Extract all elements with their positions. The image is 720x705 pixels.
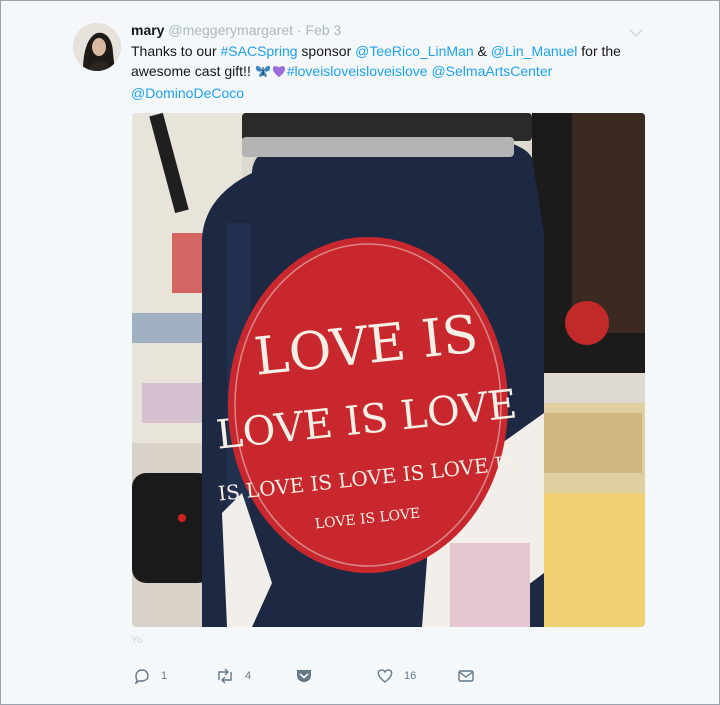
- like-button[interactable]: 16: [376, 665, 416, 687]
- heart-icon: [376, 668, 394, 684]
- text-part: sponsor: [297, 43, 356, 59]
- reply-count: 1: [161, 670, 168, 682]
- message-button[interactable]: [457, 665, 475, 687]
- hashtag-link[interactable]: #loveisloveisloveislove: [287, 63, 428, 79]
- avatar[interactable]: [73, 23, 121, 71]
- tweet-header: mary @meggerymargaret · Feb 3: [131, 22, 341, 38]
- purple-heart-icon: [271, 63, 287, 83]
- retweet-icon: [215, 668, 235, 684]
- header-separator: ·: [296, 22, 302, 38]
- retweet-button[interactable]: 4: [215, 665, 251, 687]
- chevron-down-icon[interactable]: [629, 25, 643, 38]
- tweet-date[interactable]: Feb 3: [306, 22, 342, 38]
- author-name[interactable]: mary: [131, 22, 164, 38]
- text-part: &: [473, 43, 491, 59]
- pocket-icon: [295, 668, 313, 684]
- pocket-button[interactable]: [295, 665, 313, 687]
- author-handle[interactable]: @meggerymargaret: [168, 22, 293, 38]
- tweet-card: mary @meggerymargaret · Feb 3 Thanks to …: [0, 0, 720, 705]
- text-part: Thanks to our: [131, 43, 221, 59]
- reply-icon: [133, 668, 151, 684]
- mention-link[interactable]: @DominoDeCoco: [131, 85, 244, 101]
- mention-link[interactable]: @SelmaArtsCenter: [431, 63, 552, 79]
- tweet-actions: 1 4 16: [131, 665, 491, 687]
- mention-link[interactable]: @TeeRico_LinMan: [355, 43, 474, 59]
- photo-footer-label: Yo: [131, 635, 143, 646]
- envelope-icon: [457, 668, 475, 684]
- tweet-photo[interactable]: LOVE IS LOVE IS LOVE IS LOVE IS LOVE IS …: [132, 113, 645, 627]
- reply-button[interactable]: 1: [133, 665, 167, 687]
- retweet-count: 4: [245, 670, 252, 682]
- mention-link[interactable]: @Lin_Manuel: [491, 43, 578, 59]
- tweet-text: Thanks to our #SACSpring sponsor @TeeRic…: [131, 41, 651, 103]
- like-count: 16: [404, 670, 417, 682]
- butterfly-icon: [255, 63, 271, 83]
- hashtag-link[interactable]: #SACSpring: [221, 43, 298, 59]
